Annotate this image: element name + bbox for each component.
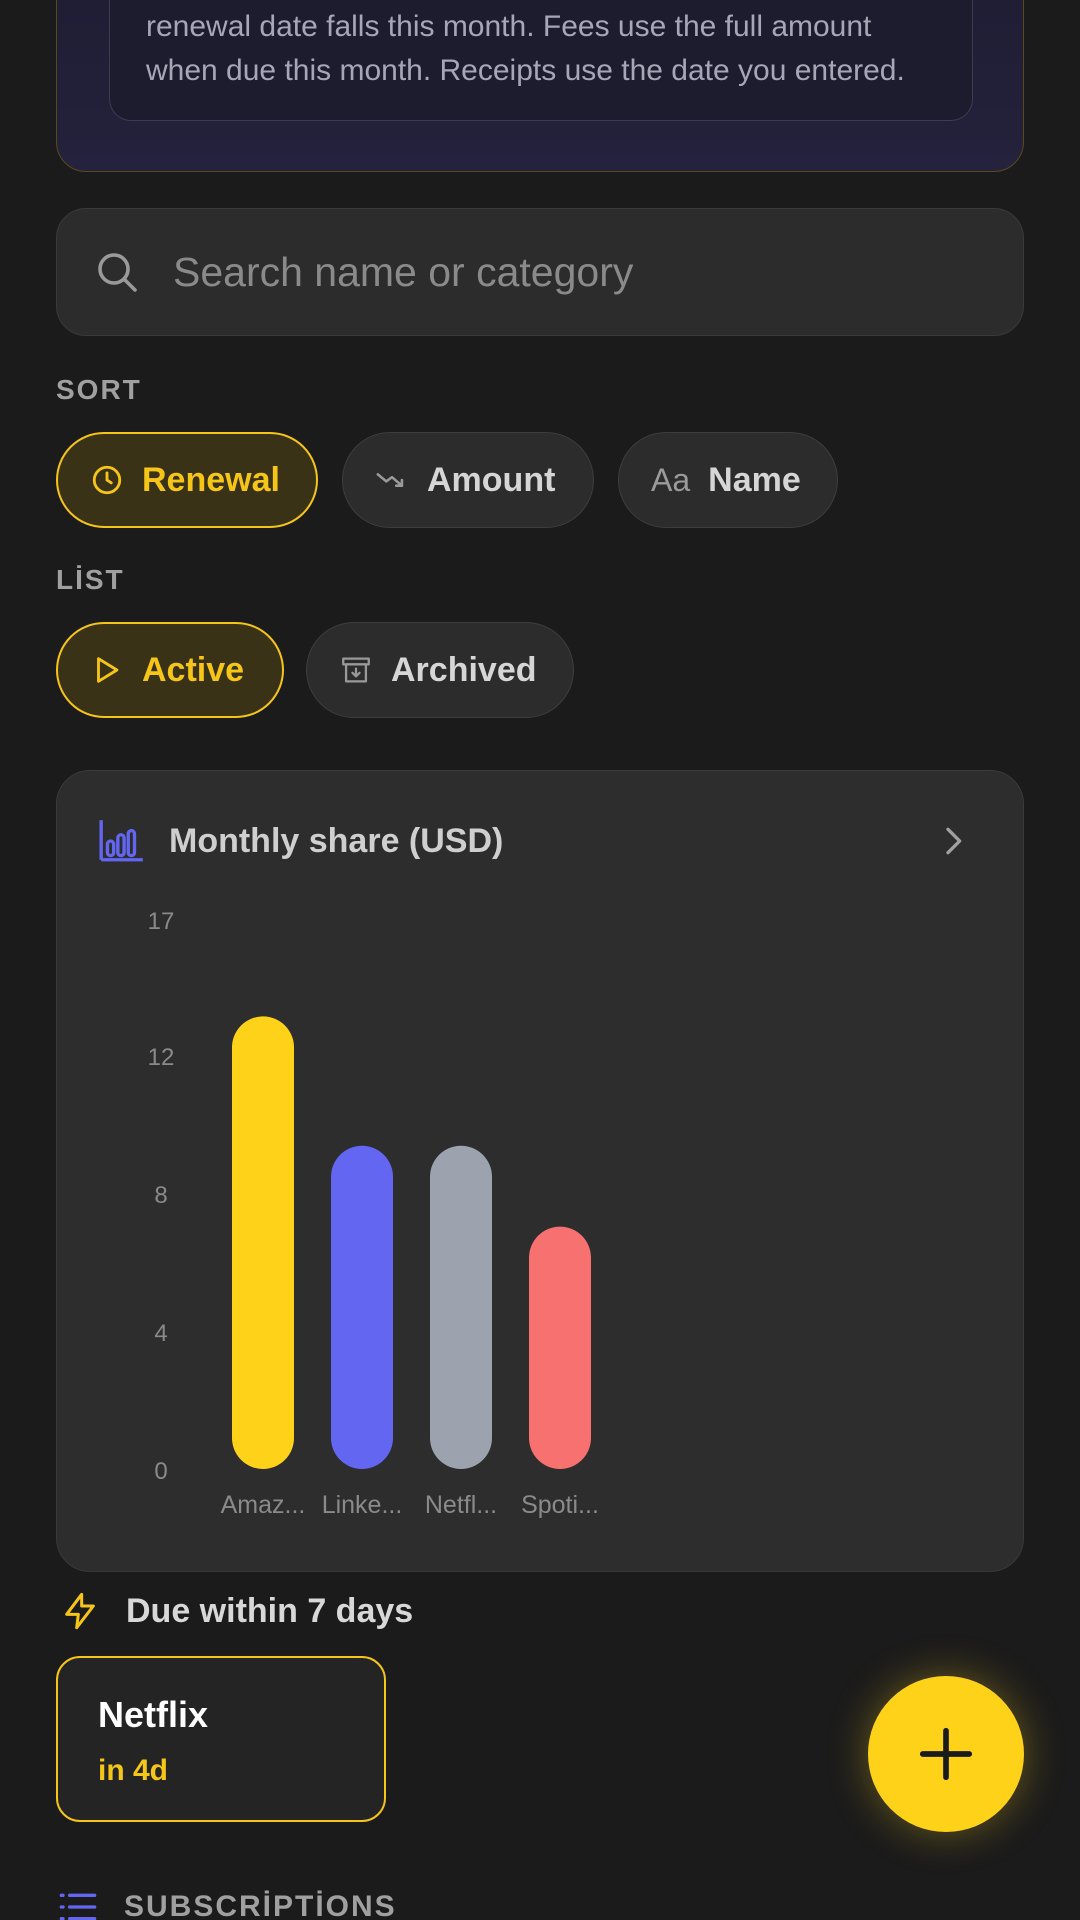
play-icon [97, 657, 119, 683]
sort-amount-chip[interactable]: Amount [342, 432, 594, 528]
sort-label: SORT [56, 374, 142, 405]
list-active-chip[interactable]: Active [56, 622, 284, 718]
info-line-1: renewal date falls this month. Fees use … [146, 10, 872, 43]
chevron-right-icon[interactable] [933, 821, 973, 861]
x-tick-label: Amaz... [221, 1491, 306, 1519]
subscriptions-header: SUBSCRİPTİONS [58, 1890, 397, 1920]
y-tick-label: 17 [148, 908, 175, 935]
search-icon [98, 253, 137, 292]
plus-icon [919, 1727, 973, 1781]
clock-icon [92, 465, 122, 495]
sort-name-chip[interactable]: Aa Name [618, 432, 838, 528]
due-item-name: Netflix [98, 1694, 209, 1735]
x-tick-label: Linke... [322, 1491, 403, 1519]
chart-bar[interactable] [232, 1016, 294, 1469]
monthly-share-card[interactable]: 0 4 8 12 17 Amaz... Linke... Netfl... Spoti... M… [56, 770, 1024, 1572]
info-line-2: when due this month. Receipts use the da… [146, 54, 905, 87]
chart-bar[interactable] [331, 1145, 393, 1469]
search-bar[interactable] [56, 208, 1024, 336]
due-item-card[interactable]: Netflix in 4d [56, 1656, 386, 1822]
y-tick-label: 8 [154, 1182, 167, 1209]
due-item-when: in 4d [98, 1754, 169, 1787]
text-aa-icon: Aa [651, 461, 691, 498]
info-banner-inner: renewal date falls this month. Fees use … [109, 0, 973, 121]
lightning-icon [65, 1592, 95, 1630]
chart-title: Monthly share (USD) [169, 821, 504, 860]
app-screen: renewal date falls this month. Fees use … [0, 0, 1080, 1920]
x-tick-label: Netfl... [425, 1491, 497, 1519]
sort-name-label: Name [708, 460, 801, 499]
archive-icon [342, 657, 370, 683]
list-archived-chip[interactable]: Archived [306, 622, 574, 718]
due-section-title: Due within 7 days [126, 1591, 414, 1630]
list-label: LİST [56, 564, 125, 595]
chart-header: Monthly share (USD) [97, 811, 987, 871]
list-active-label: Active [142, 650, 245, 689]
trend-down-icon [376, 473, 404, 487]
chart-bar[interactable] [430, 1145, 492, 1469]
sort-amount-label: Amount [427, 460, 556, 499]
bar-chart-icon [99, 820, 143, 862]
monthly-share-chart: 0 4 8 12 17 Amaz... Linke... Netfl... Spoti... [148, 908, 599, 1519]
y-tick-label: 0 [154, 1458, 167, 1485]
list-archived-label: Archived [391, 650, 537, 689]
add-subscription-button[interactable] [868, 1676, 1024, 1832]
sort-renewal-chip[interactable]: Renewal [56, 432, 318, 528]
list-icon [59, 1893, 97, 1920]
chart-bar[interactable] [529, 1226, 591, 1469]
y-tick-label: 12 [148, 1044, 175, 1071]
due-section-header: Due within 7 days [60, 1584, 413, 1638]
y-tick-label: 4 [154, 1320, 167, 1347]
sort-renewal-label: Renewal [142, 460, 280, 499]
x-tick-label: Spoti... [521, 1491, 599, 1519]
search-input[interactable] [173, 248, 953, 296]
info-banner: renewal date falls this month. Fees use … [56, 0, 1024, 172]
subscriptions-title: SUBSCRİPTİONS [124, 1890, 397, 1920]
